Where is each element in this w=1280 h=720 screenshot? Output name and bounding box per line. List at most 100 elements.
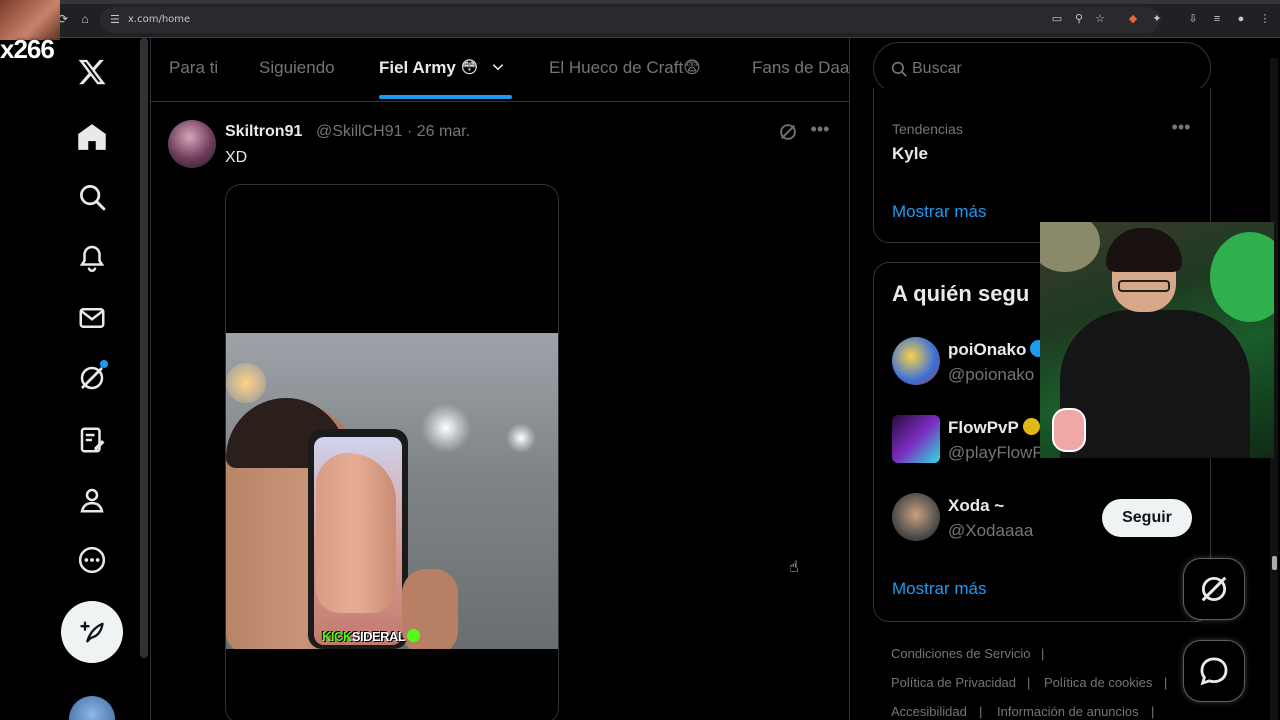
profile-person-icon[interactable] <box>72 480 112 520</box>
lists-icon[interactable] <box>72 420 112 460</box>
search-input[interactable]: Buscar <box>873 42 1211 94</box>
tweet-video[interactable]: KICKSIDERAL <box>225 184 559 720</box>
browser-toolbar: ⟳ ⌂ ☰ x.com/home ▭ ⚲ ☆ ◆ ✦ ⇩ ≡ ● ⋮ <box>0 0 1280 38</box>
tab-strip <box>0 0 1280 4</box>
footer-link-cookies[interactable]: Política de cookies <box>1044 675 1152 690</box>
suggested-user[interactable]: Xoda ~ @Xodaaaa Seguir <box>892 493 1202 549</box>
footer-link-accessibility[interactable]: Accesibilidad <box>891 704 967 719</box>
background-light <box>1210 232 1274 322</box>
grok-icon <box>1201 576 1227 602</box>
zoom-icon[interactable]: ⚲ <box>1072 12 1086 26</box>
profile-icon[interactable]: ● <box>1234 12 1248 26</box>
timeline-column: Para ti Siguiendo Fiel Army 😳 El Hueco d… <box>150 38 850 720</box>
trend-title[interactable]: Kyle <box>892 144 928 164</box>
compose-post-button[interactable] <box>61 601 123 663</box>
kick-watermark-b: SIDERAL <box>351 629 406 644</box>
background-object <box>1040 222 1100 272</box>
trends-card: Tendencias Kyle ••• Mostrar más <box>873 88 1211 243</box>
grok-icon[interactable] <box>72 358 112 398</box>
grok-floating-button[interactable] <box>1183 558 1245 620</box>
tab-fiel-army[interactable]: Fiel Army 😳 <box>379 58 505 78</box>
suggested-user-avatar[interactable] <box>892 337 940 385</box>
grok-explain-icon[interactable] <box>777 121 799 143</box>
home-browser-icon[interactable]: ⌂ <box>78 12 92 26</box>
mouse-cursor: ☝ <box>789 559 799 576</box>
bookmark-star-icon[interactable]: ☆ <box>1093 12 1107 26</box>
trend-more-icon[interactable]: ••• <box>1168 118 1194 136</box>
footer-separator: | <box>1151 704 1155 719</box>
tweet[interactable]: Skiltron91 @SkillCH91 · 26 mar. ••• XD K… <box>151 103 849 720</box>
trend-category: Tendencias <box>892 121 963 137</box>
streamer-glasses <box>1118 280 1170 292</box>
suggested-user-name[interactable]: poiOnako <box>948 340 1048 360</box>
x-logo-icon[interactable] <box>72 52 112 92</box>
warm-lamp <box>226 363 266 403</box>
kick-watermark-a: KICK <box>322 629 352 644</box>
media-control-icon[interactable]: ≡ <box>1210 12 1224 26</box>
streamer-hair <box>1106 228 1182 272</box>
scrollbar-thumb[interactable] <box>1272 556 1277 570</box>
video-frame: KICKSIDERAL <box>226 333 558 649</box>
suggested-user-avatar[interactable] <box>892 415 940 463</box>
more-options-circle-icon[interactable] <box>72 540 112 580</box>
tab-el-hueco-de-craft[interactable]: El Hueco de Craft😨 <box>549 58 701 78</box>
gold-verified-badge-icon <box>1022 418 1040 435</box>
tweet-text: XD <box>225 149 248 166</box>
suggested-user-handle: @poionako <box>948 365 1035 384</box>
account-avatar[interactable] <box>69 696 115 720</box>
search-placeholder: Buscar <box>912 60 962 77</box>
tab-fiel-army-label: Fiel Army 😳 <box>379 58 479 77</box>
sidebar-scrollbar[interactable] <box>140 38 148 658</box>
kick-watermark: KICKSIDERAL <box>322 629 421 644</box>
grok-notification-dot <box>100 360 108 368</box>
suggested-user-name[interactable]: FlowPvP <box>948 418 1040 438</box>
sidebar <box>0 38 150 720</box>
cast-icon[interactable]: ▭ <box>1050 12 1064 26</box>
extension-icon[interactable]: ◆ <box>1126 12 1140 26</box>
active-tab-indicator <box>379 95 512 99</box>
url-text: x.com/home <box>128 14 191 25</box>
messages-envelope-icon[interactable] <box>72 298 112 338</box>
home-icon[interactable] <box>72 117 112 157</box>
footer-link-terms[interactable]: Condiciones de Servicio <box>891 646 1030 661</box>
streamer-webcam-overlay <box>1040 222 1274 458</box>
tweet-more-icon[interactable]: ••• <box>809 120 831 142</box>
site-info-icon[interactable]: ☰ <box>110 13 124 27</box>
address-bar[interactable]: ☰ x.com/home <box>100 7 1160 33</box>
chevron-down-icon <box>492 64 504 71</box>
suggested-user-avatar[interactable] <box>892 493 940 541</box>
tweet-handle-date[interactable]: @SkillCH91 · 26 mar. <box>316 123 470 141</box>
browser-menu-icon[interactable]: ⋮ <box>1258 12 1272 26</box>
tweet-author-name[interactable]: Skiltron91 <box>225 123 302 141</box>
ceiling-light <box>421 403 471 453</box>
footer-separator: | <box>1027 675 1031 690</box>
suggested-user-handle: @playFlowPv <box>948 443 1053 462</box>
footer-separator: | <box>1041 646 1045 661</box>
footer-link-privacy[interactable]: Política de Privacidad <box>891 675 1016 690</box>
chat-bubble-icon <box>1200 657 1228 686</box>
follow-show-more-link[interactable]: Mostrar más <box>892 579 986 599</box>
trends-show-more-link[interactable]: Mostrar más <box>892 202 986 222</box>
tab-fans-de-daa[interactable]: Fans de Daa <box>752 58 849 78</box>
cartoon-sticker <box>1052 408 1086 452</box>
notifications-bell-icon[interactable] <box>72 237 112 277</box>
streamer-body <box>1060 310 1250 458</box>
messages-floating-button[interactable] <box>1183 640 1245 702</box>
suggested-user-name[interactable]: Xoda ~ <box>948 496 1004 516</box>
download-icon[interactable]: ⇩ <box>1186 12 1200 26</box>
face-on-phone <box>316 453 396 613</box>
footer-link-ads-info[interactable]: Información de anuncios <box>997 704 1139 719</box>
suggested-user-name-text: FlowPvP <box>948 418 1019 437</box>
tab-siguiendo[interactable]: Siguiendo <box>259 58 335 78</box>
who-to-follow-title: A quién segu <box>892 281 1030 306</box>
search-icon[interactable] <box>72 177 112 217</box>
follow-button[interactable]: Seguir <box>1102 499 1192 537</box>
extensions-puzzle-icon[interactable]: ✦ <box>1150 12 1164 26</box>
tab-para-ti[interactable]: Para ti <box>169 58 218 78</box>
tweet-author-avatar[interactable] <box>168 120 216 168</box>
feather-plus-icon <box>80 621 104 643</box>
check-icon <box>407 629 421 642</box>
footer-separator: | <box>1164 675 1168 690</box>
suggested-user-handle: @Xodaaaa <box>948 521 1034 540</box>
stream-overlay-label: x266 <box>0 34 55 64</box>
